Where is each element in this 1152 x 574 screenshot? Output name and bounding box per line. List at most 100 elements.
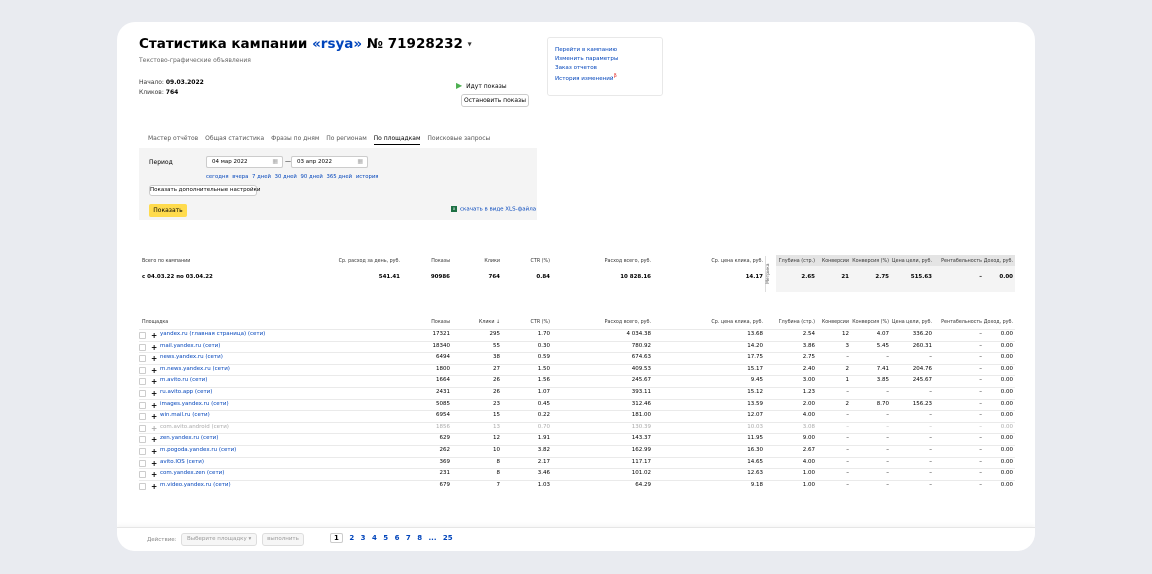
col-goal-cost[interactable]: Цена цели, руб. [889,320,932,325]
col-impressions[interactable]: Показы [417,320,450,325]
col-conversions[interactable]: Конверсии [815,320,849,325]
page-1[interactable]: 1 [330,533,343,543]
row-checkbox[interactable] [139,401,146,409]
range-90-days[interactable]: 90 дней [301,174,323,180]
cell-conv-rate: 8.70 [876,400,889,407]
range-30-days[interactable]: 30 дней [275,174,297,180]
site-link[interactable]: ru.avito.app (сети) [160,389,212,395]
row-checkbox[interactable] [139,343,146,351]
page-8[interactable]: 8 [417,534,422,542]
row-checkbox[interactable] [139,378,146,386]
plus-icon[interactable]: + [151,483,157,491]
play-icon: ▶ [456,81,463,90]
plus-icon[interactable]: + [151,367,157,375]
range-yesterday[interactable]: вчера [232,174,248,180]
plus-icon[interactable]: + [151,390,157,398]
show-button[interactable]: Показать [149,204,187,217]
download-xls[interactable]: x скачать в виде XLS-файла [451,206,536,213]
campaign-dropdown-icon[interactable]: ▾ [468,40,472,49]
tab-search-queries[interactable]: Поисковые запросы [427,135,490,142]
download-xls-link[interactable]: скачать в виде XLS-файла [460,207,536,213]
row-checkbox[interactable] [139,355,146,363]
row-checkbox[interactable] [139,366,146,374]
range-today[interactable]: сегодня [206,174,229,180]
date-from-input[interactable]: 04 мар 2022 ▦ [206,156,283,168]
cell-depth: 2.00 [802,400,815,407]
site-link[interactable]: m.news.yandex.ru (сети) [160,366,230,372]
site-link[interactable]: zen.yandex.ru (сети) [160,435,218,441]
row-checkbox[interactable] [139,424,146,432]
site-link[interactable]: images.yandex.ru (сети) [160,401,229,407]
site-link[interactable]: mail.yandex.ru (сети) [160,343,220,349]
row-checkbox[interactable] [139,436,146,444]
page-6[interactable]: 6 [395,534,400,542]
range-history[interactable]: история [356,174,379,180]
plus-icon[interactable]: + [151,471,157,479]
site-link[interactable]: m.avito.ru (сети) [160,377,207,383]
plus-icon[interactable]: + [151,378,157,386]
col-cpc[interactable]: Ср. цена клика, руб. [677,320,763,325]
site-link[interactable]: com.yandex.zen (сети) [160,470,224,476]
plus-icon[interactable]: + [151,413,157,421]
tab-by-site[interactable]: По площадкам [373,135,421,145]
plus-icon[interactable]: + [151,436,157,444]
summary-cpc: 14.17 [745,274,763,280]
site-link[interactable]: com.avito.android (сети) [160,424,229,430]
page-25[interactable]: 25 [443,534,453,542]
page-2[interactable]: 2 [349,534,354,542]
page-7[interactable]: 7 [406,534,411,542]
range-7-days[interactable]: 7 дней [252,174,271,180]
calendar-icon[interactable]: ▦ [357,158,363,165]
plus-icon[interactable]: + [151,459,157,467]
cell-conv-rate: – [886,435,889,442]
row-checkbox[interactable] [139,471,146,479]
more-settings-button[interactable]: Показать дополнительные настройки [149,185,260,196]
plus-icon[interactable]: + [151,332,157,340]
col-revenue[interactable]: Доход, руб. [982,320,1013,325]
page-5[interactable]: 5 [383,534,388,542]
col-depth[interactable]: Глубина (стр.) [777,320,815,325]
edit-params-link[interactable]: Изменить параметры [555,55,655,64]
order-reports-link[interactable]: Заказ отчетов [555,64,655,73]
calendar-icon[interactable]: ▦ [272,158,278,165]
campaign-name-link[interactable]: «rsya» [312,36,362,52]
cell-depth: 3.00 [802,377,815,384]
site-link[interactable]: win.mail.ru (сети) [160,412,210,418]
col-ctr[interactable]: CTR (%) [517,320,550,325]
row-checkbox[interactable] [139,459,146,467]
range-365-days[interactable]: 365 дней [327,174,353,180]
tab-report-master[interactable]: Мастер отчётов [148,135,198,142]
row-checkbox[interactable] [139,448,146,455]
tab-general-stats[interactable]: Общая статистика [205,135,264,142]
plus-icon[interactable]: + [151,343,157,351]
change-history-link[interactable]: История измененийβ [555,72,655,84]
col-conv-rate[interactable]: Конверсия (%) [849,320,889,325]
plus-icon[interactable]: + [151,355,157,363]
row-checkbox[interactable] [139,482,146,490]
date-to-input[interactable]: 03 апр 2022 ▦ [291,156,368,168]
plus-icon[interactable]: + [151,425,157,433]
row-checkbox[interactable] [139,390,146,397]
tab-by-region[interactable]: По регионам [326,135,366,142]
action-label: Действие: [147,537,177,543]
col-clicks-sorted[interactable]: Клики ↓ [467,320,500,325]
clicks-value: 764 [165,89,179,96]
site-link[interactable]: m.video.yandex.ru (сети) [160,482,231,488]
page-3[interactable]: 3 [361,534,366,542]
site-link[interactable]: avito.IOS (сети) [160,459,204,465]
row-checkbox[interactable] [139,413,146,421]
tab-phrases-by-day[interactable]: Фразы по дням [271,135,319,142]
plus-icon[interactable]: + [151,401,157,409]
site-select[interactable]: Выберите площадку ▾ [181,533,257,546]
page-4[interactable]: 4 [372,534,377,542]
row-checkbox[interactable] [139,332,146,339]
execute-button[interactable]: выполнить [262,533,304,546]
plus-icon[interactable]: + [151,448,157,456]
go-to-campaign-link[interactable]: Перейти в кампанию [555,46,655,55]
stop-impressions-button[interactable]: Остановить показы [461,94,529,107]
col-total-spend[interactable]: Расход всего, руб. [567,320,651,325]
col-profitability[interactable]: Рентабельность [932,320,982,325]
site-link[interactable]: news.yandex.ru (сети) [160,354,223,360]
site-link[interactable]: yandex.ru (главная страница) (сети) [160,331,265,337]
site-link[interactable]: m.pogoda.yandex.ru (сети) [160,447,236,453]
